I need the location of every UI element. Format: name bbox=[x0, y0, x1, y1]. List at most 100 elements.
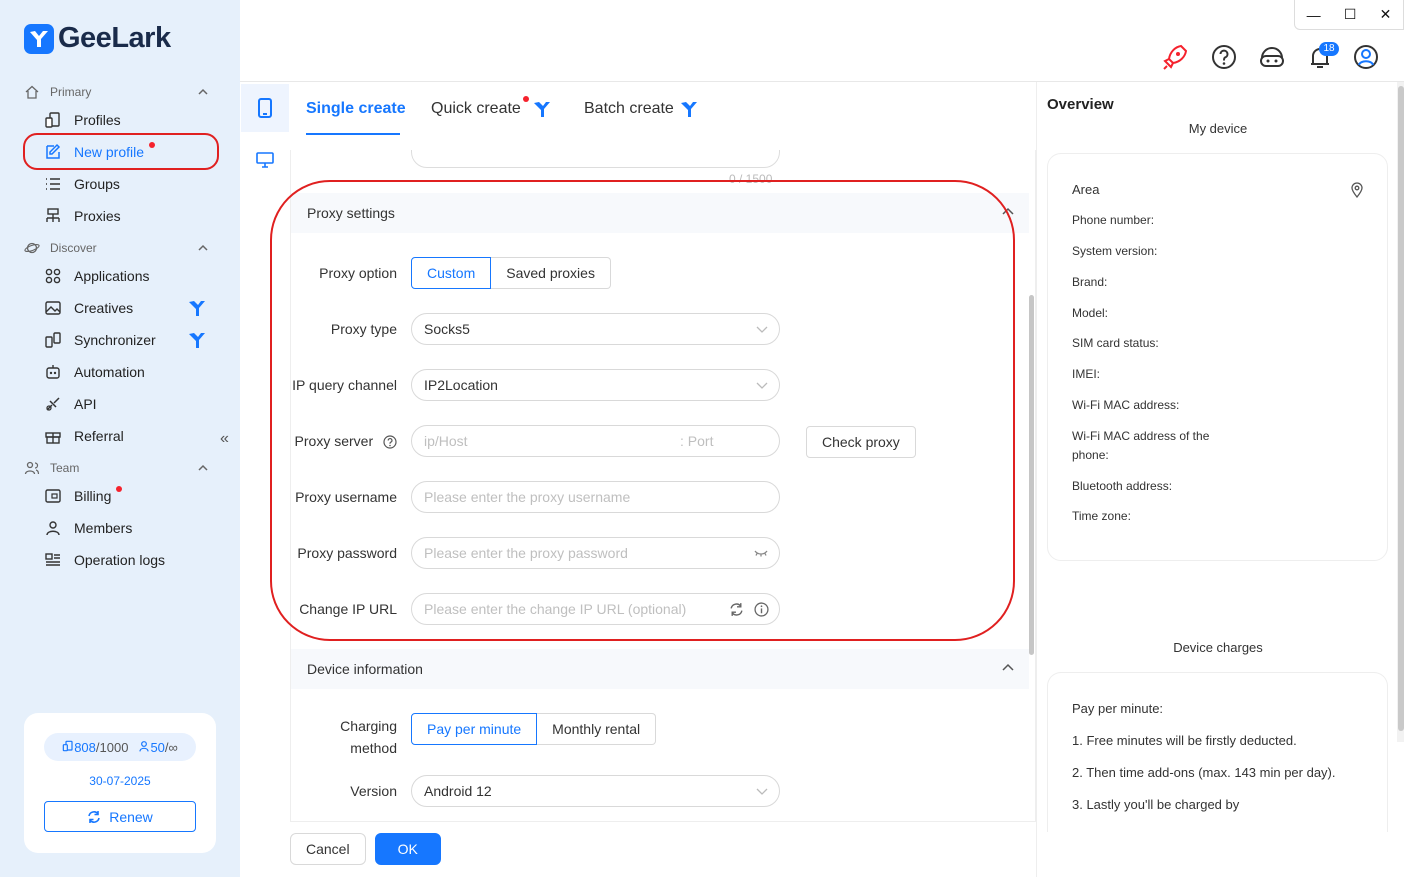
api-icon bbox=[44, 395, 62, 413]
form-scrollbar[interactable] bbox=[1029, 295, 1034, 655]
tab-label: Single create bbox=[306, 100, 406, 117]
form-footer: Cancel OK bbox=[290, 833, 441, 865]
profiles-icon bbox=[62, 740, 73, 751]
sidebar-item-groups[interactable]: Groups bbox=[44, 171, 214, 197]
phone-icon bbox=[258, 98, 272, 118]
help-icon[interactable] bbox=[1210, 42, 1238, 72]
my-device-heading: My device bbox=[1188, 121, 1248, 136]
sidebar-item-members[interactable]: Members bbox=[44, 515, 214, 541]
phone-device-button[interactable] bbox=[241, 84, 289, 132]
chevron-up-icon[interactable] bbox=[1001, 661, 1015, 675]
expiry-date: 30-07-2025 bbox=[89, 774, 151, 788]
gift-icon bbox=[44, 427, 62, 445]
account-card: 808/1000 50/∞ 30-07-2025 Renew bbox=[24, 713, 216, 853]
remark-textarea[interactable] bbox=[411, 150, 780, 168]
active-tab-indicator bbox=[306, 133, 400, 135]
chevron-up-icon[interactable] bbox=[197, 462, 209, 474]
phone-number-label: Phone number: bbox=[1072, 213, 1155, 227]
overview-scrollbar[interactable] bbox=[1397, 82, 1404, 742]
tab-quick-create[interactable]: Quick create bbox=[431, 96, 551, 118]
profile-quota: 808/1000 bbox=[62, 740, 128, 755]
geelark-logo[interactable]: GeeLark bbox=[24, 22, 171, 55]
version-label: Version bbox=[350, 783, 397, 799]
apps-grid-icon bbox=[44, 267, 62, 285]
notification-badge: 18 bbox=[1319, 42, 1339, 56]
sidebar-item-referral[interactable]: Referral bbox=[44, 423, 214, 449]
wallet-icon bbox=[44, 487, 62, 505]
device-details-card: Area Phone number: System version: Brand… bbox=[1047, 153, 1388, 561]
collapse-sidebar-button[interactable]: « bbox=[220, 430, 229, 448]
sim-status-label: SIM card status: bbox=[1072, 336, 1159, 350]
desktop-device-button[interactable] bbox=[241, 136, 289, 184]
sidebar-item-creatives[interactable]: Creatives bbox=[44, 295, 214, 321]
profiles-icon bbox=[44, 111, 62, 129]
bird-badge-icon bbox=[680, 102, 697, 117]
charging-method-toggle: Pay per minute Monthly rental bbox=[411, 713, 657, 745]
annotation-highlight-new-profile bbox=[23, 133, 219, 170]
planet-icon bbox=[24, 242, 40, 254]
charging-pay-per-minute[interactable]: Pay per minute bbox=[411, 713, 538, 745]
chevron-down-icon bbox=[756, 788, 768, 795]
section-primary[interactable]: Primary bbox=[24, 82, 209, 102]
sidebar-item-label: Operation logs bbox=[74, 552, 166, 568]
section-discover[interactable]: Discover bbox=[24, 238, 209, 258]
section-team-label: Team bbox=[50, 461, 80, 475]
charging-monthly-rental[interactable]: Monthly rental bbox=[537, 713, 657, 745]
sidebar-item-operation-logs[interactable]: Operation logs bbox=[44, 547, 214, 573]
wifi-mac-label: Wi-Fi MAC address: bbox=[1072, 398, 1180, 412]
model-label: Model: bbox=[1072, 306, 1109, 320]
sidebar-item-label: Billing bbox=[74, 488, 112, 504]
sidebar-item-api[interactable]: API bbox=[44, 391, 214, 417]
support-agent-icon[interactable] bbox=[1258, 42, 1286, 72]
device-information-header[interactable]: Device information bbox=[291, 649, 1029, 689]
sidebar-item-profiles[interactable]: Profiles bbox=[44, 107, 214, 133]
list-icon bbox=[44, 175, 62, 193]
minimize-button[interactable]: — bbox=[1307, 7, 1321, 23]
annotation-highlight-proxy-settings bbox=[270, 180, 1015, 641]
imei-label: IMEI: bbox=[1072, 367, 1101, 381]
sidebar-item-synchronizer[interactable]: Synchronizer bbox=[44, 327, 214, 353]
close-button[interactable]: ✕ bbox=[1380, 6, 1392, 23]
maximize-button[interactable]: ☐ bbox=[1344, 6, 1357, 23]
sidebar: GeeLark Primary Profiles New profile Gro… bbox=[0, 0, 240, 877]
sync-icon bbox=[44, 331, 62, 349]
profiles-total: /1000 bbox=[95, 739, 129, 755]
sidebar-item-label: API bbox=[74, 396, 97, 412]
members-used: 50 bbox=[150, 739, 165, 755]
team-icon bbox=[24, 461, 40, 475]
sidebar-item-applications[interactable]: Applications bbox=[44, 263, 214, 289]
rocket-icon[interactable] bbox=[1161, 42, 1189, 72]
sidebar-item-label: Groups bbox=[74, 176, 120, 192]
location-pin-icon[interactable] bbox=[1350, 182, 1364, 198]
sidebar-item-billing[interactable]: Billing bbox=[44, 483, 214, 509]
brand-name: GeeLark bbox=[58, 22, 171, 54]
sidebar-item-automation[interactable]: Automation bbox=[44, 359, 214, 385]
section-discover-label: Discover bbox=[50, 241, 97, 255]
renew-button[interactable]: Renew bbox=[44, 801, 196, 832]
charging-method-label-line-1: Charging bbox=[340, 718, 397, 734]
tab-label: Batch create bbox=[584, 100, 674, 117]
chevron-up-icon[interactable] bbox=[197, 86, 209, 98]
tab-single-create[interactable]: Single create bbox=[306, 100, 406, 118]
members-total: /∞ bbox=[164, 739, 178, 755]
version-select[interactable]: Android 12 bbox=[411, 775, 780, 807]
billing-indicator-dot bbox=[116, 486, 123, 492]
member-quota: 50/∞ bbox=[138, 739, 178, 755]
sidebar-item-label: Automation bbox=[74, 364, 145, 380]
account-avatar-icon[interactable] bbox=[1352, 42, 1380, 72]
bird-badge-icon bbox=[533, 102, 550, 117]
quota-badge[interactable]: 808/1000 50/∞ bbox=[44, 733, 196, 761]
ok-button[interactable]: OK bbox=[374, 833, 441, 865]
tab-batch-create[interactable]: Batch create bbox=[584, 100, 698, 118]
chevron-up-icon[interactable] bbox=[197, 242, 209, 254]
cancel-button[interactable]: Cancel bbox=[290, 833, 366, 865]
renew-label: Renew bbox=[109, 808, 153, 825]
section-team[interactable]: Team bbox=[24, 458, 209, 478]
version-value: Android 12 bbox=[424, 783, 492, 799]
overview-scroll-thumb[interactable] bbox=[1398, 86, 1404, 731]
brand-label: Brand: bbox=[1072, 275, 1108, 289]
tab-label: Quick create bbox=[431, 100, 521, 117]
area-label: Area bbox=[1072, 182, 1100, 197]
sidebar-item-proxies[interactable]: Proxies bbox=[44, 203, 214, 229]
sidebar-item-label: Creatives bbox=[74, 300, 134, 316]
